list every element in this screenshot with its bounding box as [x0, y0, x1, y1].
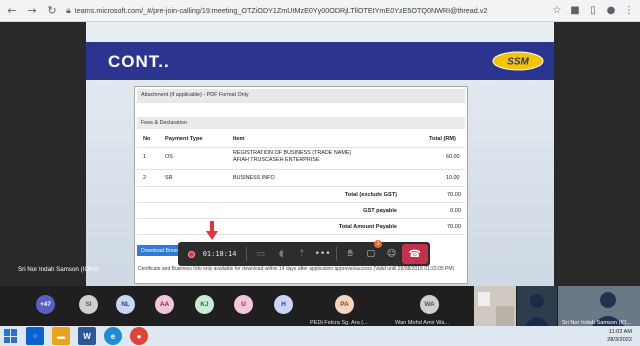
word-icon[interactable]: W — [78, 327, 96, 345]
extension-icon[interactable]: ■ — [568, 3, 582, 17]
col-payment-type: Payment Type — [165, 136, 203, 142]
clock-date: 28/3/2022 — [607, 337, 632, 343]
taskbar-clock[interactable]: 11:02 AM 28/3/2022 — [607, 328, 632, 344]
camera-off-icon[interactable]: ▭ — [250, 243, 271, 265]
leave-call-button[interactable]: ☎ — [401, 244, 429, 264]
row1-total: 60.00 — [446, 154, 460, 160]
row2-no: 2 — [143, 175, 146, 181]
participant-avatar[interactable]: U — [234, 295, 253, 314]
total-exclude-gst-label: Total (exclude GST) — [344, 192, 397, 198]
profile-icon[interactable]: ● — [604, 3, 618, 17]
room-video-image — [474, 286, 516, 326]
forward-arrow-icon[interactable]: → — [24, 3, 40, 19]
more-participants-button[interactable]: +47 — [36, 295, 55, 314]
chrome-icon[interactable]: ● — [130, 327, 148, 345]
ssm-logo: SSM — [492, 51, 544, 71]
recording-dot-icon — [188, 250, 195, 258]
person-video-image — [517, 286, 557, 326]
participant-video-tile[interactable] — [517, 286, 557, 326]
row2-item: BUSINESS INFO — [233, 175, 275, 181]
row2-type: SR — [165, 175, 173, 181]
file-explorer-icon[interactable]: ▬ — [52, 327, 70, 345]
row1-no: 1 — [143, 154, 146, 160]
row-divider — [137, 234, 465, 235]
gst-value: 0.00 — [450, 208, 461, 214]
row-divider — [137, 186, 465, 187]
share-screen-icon[interactable]: ⇡ — [292, 243, 313, 265]
participant-avatar[interactable]: NL — [116, 295, 135, 314]
red-arrow-pointer — [206, 221, 218, 240]
row1-item-line2: AFIAH TRUSCASEH ENTERPRISE — [233, 157, 320, 163]
participant-strip: +47 SI NL AA KJ U H PA PEDi Felcra Sg. A… — [0, 286, 640, 326]
attachment-header: Attachment (if applicable) - PDF Format … — [137, 89, 465, 103]
col-total: Total (RM) — [429, 136, 456, 142]
toolbar-divider — [246, 247, 248, 261]
total-exclude-gst-value: 70.00 — [447, 192, 461, 198]
lock-icon[interactable]: 🔒︎ — [66, 6, 71, 16]
row-divider — [137, 218, 465, 219]
participant-avatar[interactable]: SI — [79, 295, 98, 314]
url-field[interactable]: teams.microsoft.com/_#/pre-join-calling/… — [75, 6, 515, 15]
slide-title: CONT.. — [108, 52, 170, 71]
bookmark-star-icon[interactable]: ☆ — [550, 3, 564, 17]
sidebar-icon[interactable]: ▯ — [586, 3, 600, 17]
more-options-icon[interactable]: ••• — [312, 243, 333, 265]
chat-icon[interactable]: ▢ 1 — [360, 240, 383, 265]
svg-text:SSM: SSM — [507, 57, 529, 68]
browser-toolbar-icons: ☆ ■ ▯ ● ⋮ — [550, 3, 636, 17]
raise-hand-icon[interactable]: ✋︎ — [340, 243, 361, 265]
col-item: Item — [233, 136, 245, 142]
edge-icon[interactable]: e — [104, 327, 122, 345]
row2-total: 10.00 — [446, 175, 460, 181]
recording-timer: 01:18:14 — [202, 250, 237, 258]
participant-avatar[interactable]: H — [274, 295, 293, 314]
recording-toolbar: 01:18:14 ▭ ◖ ⇡ ••• ✋︎ ▢ 1 ☺ ☎ — [178, 240, 430, 266]
back-arrow-icon[interactable]: ← — [4, 3, 20, 19]
microphone-icon[interactable]: ◖ — [271, 243, 292, 265]
menu-icon[interactable]: ⋮ — [622, 3, 636, 17]
toolbar-divider — [335, 247, 337, 261]
participant-avatar[interactable]: KJ — [195, 295, 214, 314]
row-divider — [137, 202, 465, 203]
clock-time: 11:02 AM — [608, 329, 632, 335]
row1-type: OS — [165, 154, 173, 160]
windows-taskbar: ○ ▬ W e ● 11:02 AM 28/3/2022 — [0, 326, 640, 346]
search-icon[interactable]: ○ — [26, 327, 44, 345]
windows-start-icon[interactable] — [4, 329, 18, 343]
row-divider — [137, 169, 465, 170]
meeting-stage: CONT.. SSM Attachment (if applicable) - … — [0, 22, 640, 286]
chat-badge: 1 — [374, 240, 383, 248]
row1-item-line1: REGISTRATION OF BUSINESS (TRADE NAME) — [233, 150, 352, 156]
row-divider — [137, 147, 465, 148]
reload-icon[interactable]: ↻ — [44, 3, 60, 19]
browser-address-bar: ← → ↻ 🔒︎ teams.microsoft.com/_#/pre-join… — [0, 0, 640, 22]
gst-label: GST payable — [363, 208, 397, 214]
participant-avatar[interactable]: WA — [420, 295, 439, 314]
participant-avatar[interactable]: PA — [335, 295, 354, 314]
total-payable-label: Total Amount Payable — [338, 224, 397, 230]
total-payable-value: 70.00 — [447, 224, 461, 230]
fees-header: Fees & Declaration — [137, 117, 465, 129]
participant-video-tile[interactable] — [474, 286, 516, 326]
participant-avatar[interactable]: AA — [155, 295, 174, 314]
col-no: No — [143, 136, 151, 142]
screen: ← → ↻ 🔒︎ teams.microsoft.com/_#/pre-join… — [0, 0, 640, 346]
download-note: Certificate and Business Info only avail… — [138, 266, 455, 272]
participants-icon[interactable]: ☺ — [381, 243, 402, 265]
presenter-name-label: Sri Nor Indah Samson (IOHO — [18, 266, 99, 273]
